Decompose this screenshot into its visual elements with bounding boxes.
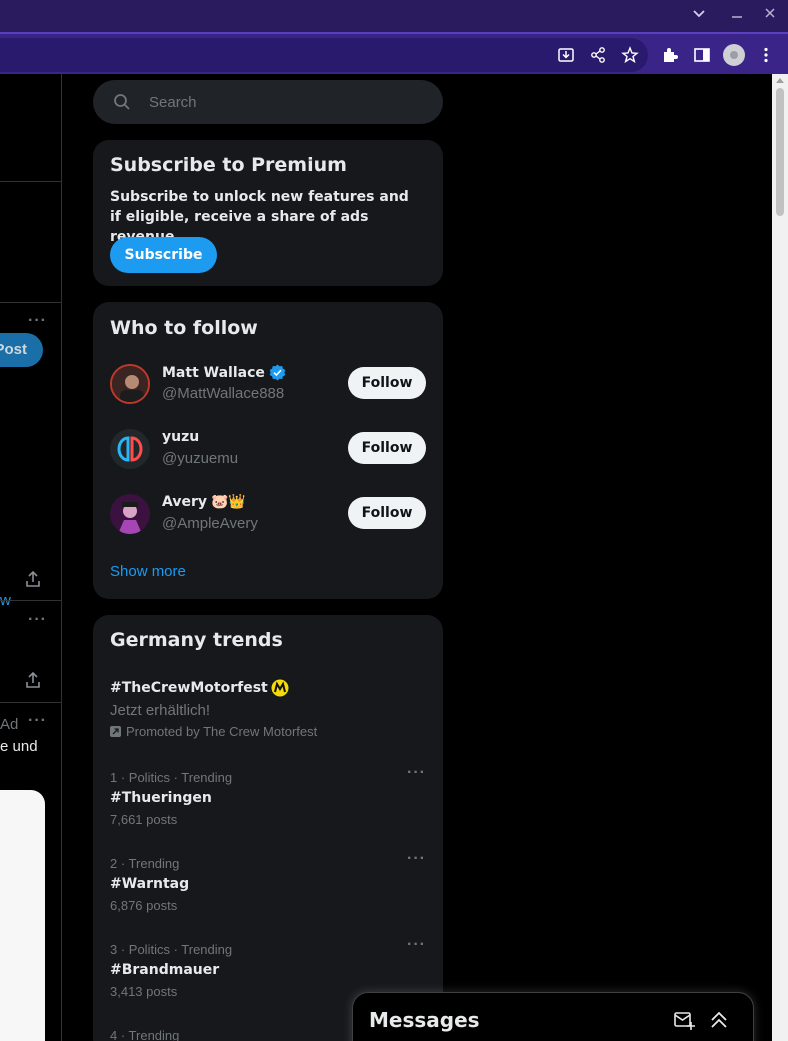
follow-suggestion[interactable]: Avery 🐷👑 @AmpleAvery Follow	[93, 494, 443, 559]
divider	[0, 181, 62, 182]
account-handle: @yuzuemu	[162, 450, 239, 467]
browser-titlebar	[0, 0, 788, 32]
avatar[interactable]	[110, 429, 150, 469]
page-scrollbar[interactable]	[772, 74, 788, 1041]
trends-card: Germany trends #TheCrewMotorfest Jetzt e…	[93, 615, 443, 1041]
show-more-link[interactable]: Show more	[110, 563, 186, 580]
trend-count: 7,661 posts	[110, 812, 178, 827]
account-name[interactable]: Avery 🐷👑	[162, 494, 246, 510]
minimize-icon[interactable]	[727, 6, 747, 26]
subscribe-button[interactable]: Subscribe	[110, 237, 217, 273]
follow-button[interactable]: Follow	[348, 497, 426, 529]
trend-item[interactable]: 2 · Trending #Warntag 6,876 posts ···	[110, 850, 426, 913]
follow-suggestion[interactable]: Matt Wallace @MattWallace888 Follow	[93, 364, 443, 429]
address-bar[interactable]	[0, 38, 648, 72]
side-panel-icon[interactable]	[690, 43, 714, 67]
tab-search-chevron-icon[interactable]	[689, 6, 709, 26]
post-more-icon[interactable]: ···	[28, 611, 47, 629]
trend-item[interactable]: 1 · Politics · Trending #Thueringen 7,66…	[110, 764, 426, 827]
account-name-text: Matt Wallace	[162, 364, 265, 381]
messages-title: Messages	[369, 1008, 480, 1032]
trend-more-icon[interactable]: ···	[407, 936, 426, 954]
trend-more-icon[interactable]: ···	[407, 850, 426, 868]
messages-drawer[interactable]: Messages	[352, 992, 754, 1041]
who-to-follow-card: Who to follow Matt Wallace @MattWallace8…	[93, 302, 443, 599]
share-post-icon[interactable]	[24, 671, 42, 689]
browser-menu-icon[interactable]	[754, 43, 778, 67]
bookmark-star-icon[interactable]	[618, 43, 642, 67]
avatar[interactable]	[110, 494, 150, 534]
follow-button[interactable]: Follow	[348, 432, 426, 464]
follow-button[interactable]: Follow	[348, 367, 426, 399]
search-icon	[114, 94, 130, 110]
profile-avatar[interactable]	[723, 44, 745, 66]
follow-suggestion[interactable]: yuzu @yuzuemu Follow	[93, 429, 443, 494]
scroll-up-arrow-icon[interactable]	[776, 78, 784, 83]
post-button[interactable]: Post	[0, 333, 43, 367]
post-more-icon[interactable]: ···	[28, 312, 47, 330]
trend-name: #Thueringen	[110, 790, 212, 806]
account-name-text: Avery	[162, 494, 207, 510]
premium-title: Subscribe to Premium	[110, 154, 347, 176]
ad-media-card[interactable]	[0, 790, 45, 1041]
trend-meta: 3 · Politics · Trending	[110, 942, 233, 957]
divider	[0, 702, 62, 703]
account-name-text: yuzu	[162, 429, 200, 445]
trend-more-icon[interactable]: ···	[407, 764, 426, 782]
ad-label: Ad	[0, 716, 19, 733]
search-input[interactable]	[149, 80, 429, 124]
who-to-follow-title: Who to follow	[110, 317, 258, 339]
account-name-emoji: 🐷👑	[211, 494, 246, 510]
install-app-icon[interactable]	[554, 43, 578, 67]
share-icon[interactable]	[586, 43, 610, 67]
ad-text-fragment: e und	[0, 738, 38, 755]
account-handle: @AmpleAvery	[162, 515, 258, 532]
search-box[interactable]	[93, 80, 443, 124]
trend-name: #Brandmauer	[110, 962, 220, 978]
premium-card: Subscribe to Premium Subscribe to unlock…	[93, 140, 443, 286]
browser-toolbar	[0, 32, 788, 74]
promoted-by[interactable]: Promoted by The Crew Motorfest	[110, 724, 426, 739]
promoted-trend[interactable]: #TheCrewMotorfest Jetzt erhältlich! Prom…	[110, 679, 426, 739]
verified-badge-icon	[269, 364, 286, 381]
promoted-trend-tagline: Jetzt erhältlich!	[110, 702, 211, 719]
extensions-puzzle-icon[interactable]	[658, 43, 682, 67]
close-window-icon[interactable]	[760, 6, 780, 26]
trends-title: Germany trends	[110, 629, 283, 651]
new-message-icon[interactable]	[673, 1009, 695, 1031]
ad-more-icon[interactable]: ···	[28, 712, 47, 730]
account-name[interactable]: Matt Wallace	[162, 364, 286, 381]
trend-item[interactable]: 3 · Politics · Trending #Brandmauer 3,41…	[110, 936, 426, 999]
account-handle: @MattWallace888	[162, 385, 285, 402]
promoted-arrow-icon	[110, 726, 121, 737]
expand-drawer-icon[interactable]	[708, 1009, 730, 1031]
avatar[interactable]	[110, 364, 150, 404]
promoted-trend-name-text: #TheCrewMotorfest	[110, 680, 268, 696]
motorfest-logo-icon	[271, 679, 289, 697]
divider	[0, 600, 62, 601]
trend-name: #Warntag	[110, 876, 190, 892]
trend-count: 6,876 posts	[110, 898, 178, 913]
trend-meta: 2 · Trending	[110, 856, 180, 871]
scrollbar-thumb[interactable]	[776, 88, 784, 216]
account-name[interactable]: yuzu	[162, 429, 199, 445]
promoted-trend-name: #TheCrewMotorfest	[110, 679, 426, 697]
trend-meta: 1 · Politics · Trending	[110, 770, 233, 785]
share-post-icon[interactable]	[24, 570, 42, 588]
promoted-by-text: Promoted by The Crew Motorfest	[126, 724, 318, 739]
divider	[0, 302, 62, 303]
